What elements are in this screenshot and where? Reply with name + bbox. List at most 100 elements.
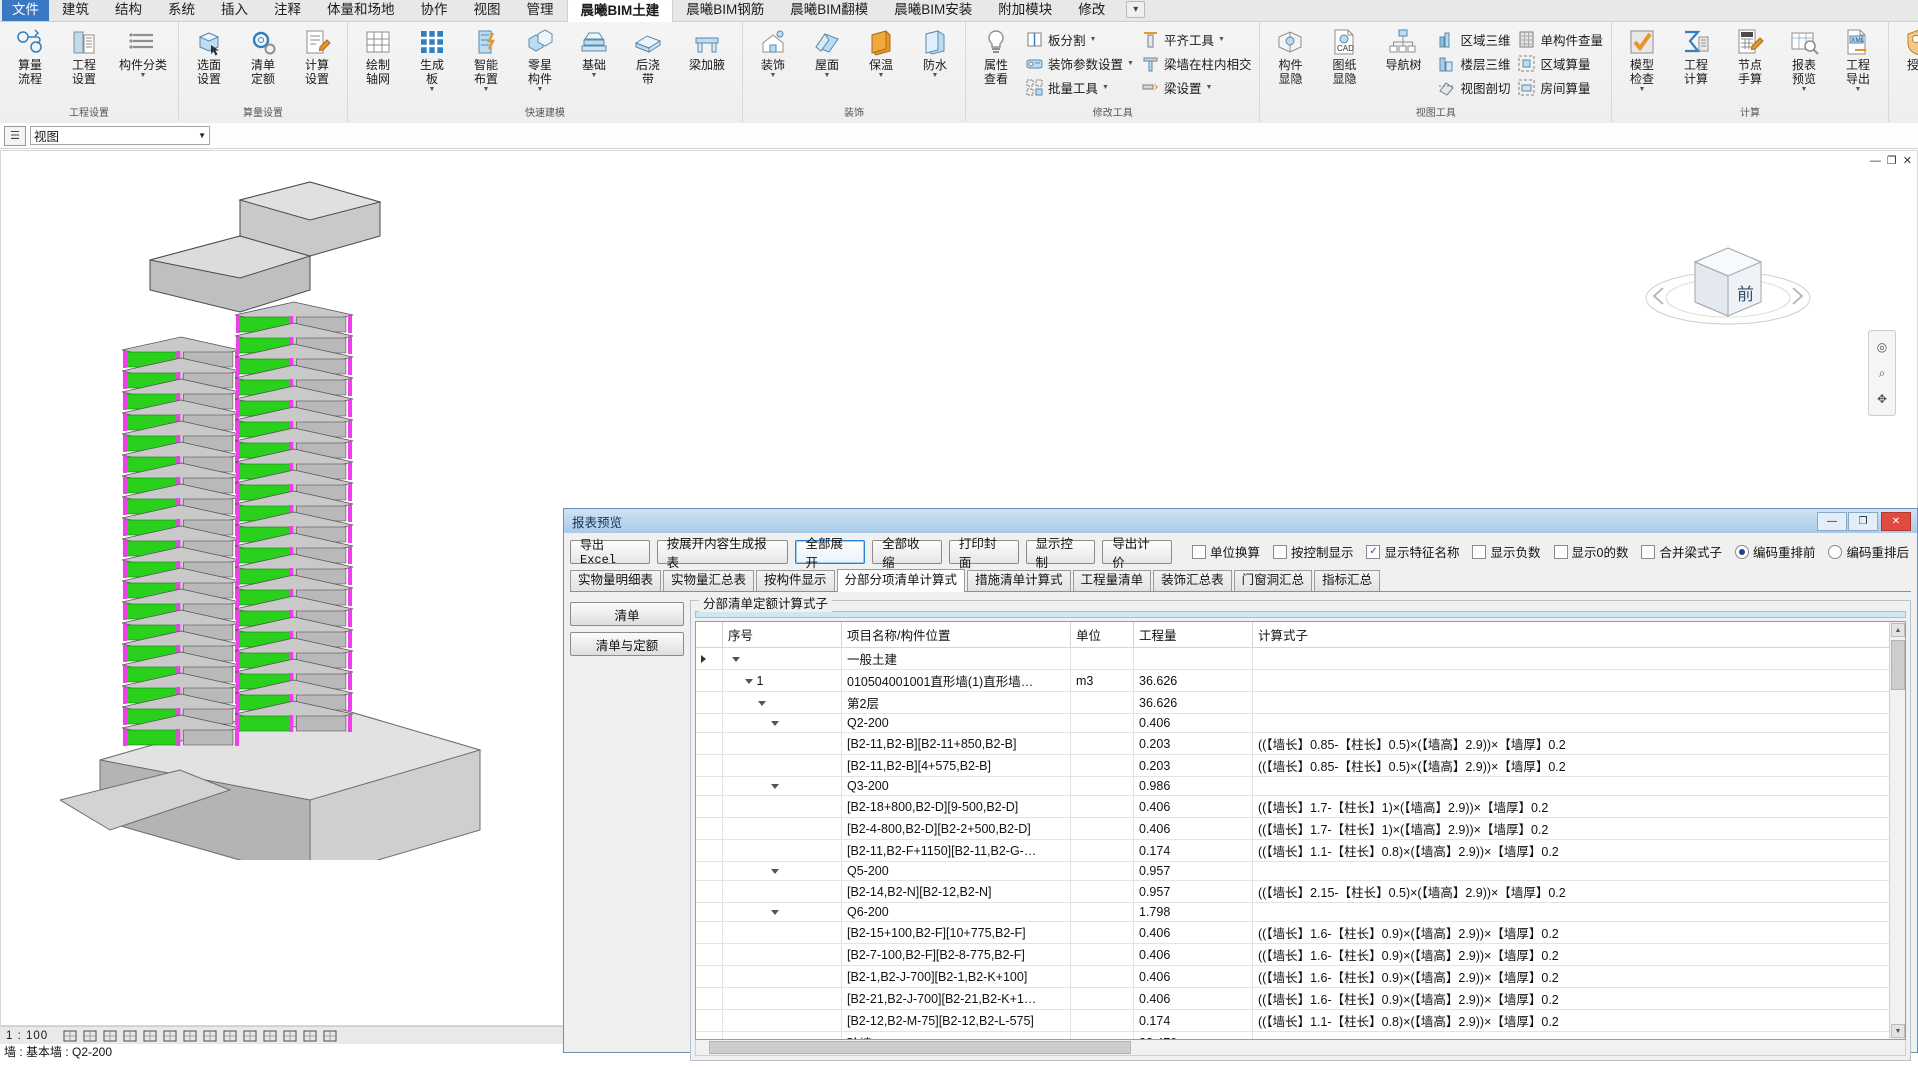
ribbon-button-project-calc[interactable]: 工程 计算 <box>1669 25 1723 87</box>
ribbon-tab-1[interactable]: 建筑 <box>49 0 102 21</box>
ribbon-button-insulation[interactable]: 保温 ▼ <box>854 25 908 80</box>
expander-icon[interactable] <box>758 700 766 706</box>
scroll-down-icon[interactable]: ▼ <box>1891 1024 1905 1038</box>
table-header-3[interactable]: 工程量 <box>1133 622 1253 648</box>
filter-bar[interactable] <box>695 611 1906 618</box>
checkbox[interactable] <box>1272 544 1287 559</box>
dialog-close-button[interactable]: ✕ <box>1881 512 1911 531</box>
ribbon-item-beam-settings[interactable]: 梁设置 ▼ <box>1139 75 1257 99</box>
ribbon-button-component-visibility[interactable]: 构件 显隐 <box>1263 25 1317 87</box>
menu-icon[interactable]: ☰ <box>4 125 26 146</box>
ribbon-button-bill-quota[interactable]: 清单 定额 <box>236 25 290 87</box>
expander-icon[interactable] <box>771 784 779 790</box>
chevron-down-icon[interactable]: ▼ <box>932 72 939 79</box>
ribbon-tab-0[interactable]: 文件 <box>2 0 49 21</box>
ribbon-button-model-check[interactable]: 模型 检查 ▼ <box>1615 25 1669 94</box>
crop-region-icon[interactable] <box>162 1029 178 1043</box>
ribbon-button-generate-slab[interactable]: 生成板 ▼ <box>405 25 459 94</box>
ribbon-item-room-qty[interactable]: 房间算量 <box>1515 75 1608 99</box>
close-icon[interactable]: ✕ <box>1903 154 1912 167</box>
ribbon-button-smart-layout[interactable]: 智能 布置 ▼ <box>459 25 513 94</box>
chevron-down-icon[interactable]: ▼ <box>770 72 777 79</box>
dialog-option-4[interactable]: 显示0的数 <box>1553 542 1628 561</box>
expander-icon[interactable] <box>745 678 753 684</box>
ribbon-item-beam-wall-intersect[interactable]: 梁墙在柱内相交 <box>1139 51 1257 75</box>
view-select[interactable]: 视图 ▼ <box>30 126 210 145</box>
report-mode-button-0[interactable]: 清单 <box>570 602 684 626</box>
table-row[interactable]: [B2-12,B2-M-75][B2-12,B2-L-575] 0.174 ((【墙… <box>696 1009 1905 1032</box>
report-tab-7[interactable]: 门窗洞汇总 <box>1233 570 1313 591</box>
table-row[interactable]: 砼墙-200 32.479 <box>696 1031 1905 1039</box>
ribbon-item-area-3d[interactable]: 区域三维 <box>1435 27 1515 51</box>
ribbon-tab-8[interactable]: 视图 <box>461 0 514 21</box>
ribbon-item-decoration-param[interactable]: 装饰参数设置 ▼ <box>1023 51 1139 75</box>
chevron-down-icon[interactable]: ▼ <box>140 72 147 79</box>
ribbon-button-misc-component[interactable]: 零星 构件 ▼ <box>513 25 567 94</box>
ribbon-tab-14[interactable]: 附加模块 <box>985 0 1065 21</box>
chevron-down-icon[interactable]: ▼ <box>1127 60 1134 67</box>
constraints-icon[interactable] <box>302 1029 318 1043</box>
table-row[interactable]: Q3-200 0.986 <box>696 776 1905 796</box>
ribbon-button-property-view[interactable]: 属性 查看 <box>969 25 1023 87</box>
dialog-option-6[interactable]: 编码重排前 <box>1734 542 1815 561</box>
table-row[interactable]: 一般土建 <box>696 647 1905 670</box>
ribbon-item-align-tool[interactable]: 平齐工具 ▼ <box>1139 27 1257 51</box>
ribbon-button-workflow[interactable]: 算量 流程 <box>3 25 57 87</box>
ribbon-item-area-qty[interactable]: 区域算量 <box>1515 51 1608 75</box>
dialog-option-1[interactable]: 按控制显示 <box>1272 542 1353 561</box>
ribbon-item-slab-split[interactable]: 板分割 ▼ <box>1023 27 1139 51</box>
design-options-icon[interactable] <box>262 1029 278 1043</box>
dialog-minimize-button[interactable]: — <box>1817 512 1847 531</box>
report-mode-button-1[interactable]: 清单与定额 <box>570 632 684 656</box>
canvas-window-buttons[interactable]: — ❐ ✕ <box>1870 154 1912 168</box>
sun-path-icon[interactable] <box>102 1029 118 1043</box>
table-header-1[interactable]: 项目名称/构件位置 <box>841 622 1071 648</box>
checkbox[interactable]: ✓ <box>1366 544 1381 559</box>
more-icon[interactable] <box>322 1029 338 1043</box>
dialog-button-5[interactable]: 显示控制 <box>1025 537 1096 570</box>
reveal-hidden-icon[interactable] <box>222 1029 238 1043</box>
ribbon-item-batch-tool[interactable]: 批量工具 ▼ <box>1023 75 1139 99</box>
ribbon-item-view-section[interactable]: 视图剖切 <box>1435 75 1515 99</box>
grid-vertical-scrollbar[interactable]: ▲ ▼ <box>1889 622 1905 1039</box>
model-graphics-style-icon[interactable] <box>62 1029 78 1043</box>
navigation-bar[interactable]: ◎ ⌕ ✥ <box>1868 330 1896 416</box>
checkbox[interactable] <box>1641 544 1656 559</box>
dialog-button-0[interactable]: 导出Excel <box>570 539 650 567</box>
expander-icon[interactable] <box>732 656 740 662</box>
chevron-down-icon[interactable]: ▼ <box>1855 86 1862 93</box>
dialog-option-3[interactable]: 显示负数 <box>1472 542 1541 561</box>
ribbon-tab-15[interactable]: 修改 <box>1065 0 1118 21</box>
ribbon-tab-12[interactable]: 晨曦BIM翻模 <box>777 0 881 21</box>
chevron-down-icon[interactable]: ▼ <box>1639 86 1646 93</box>
ribbon-button-foundation[interactable]: 基础 ▼ <box>567 25 621 80</box>
ribbon-button-drawing-visibility[interactable]: CAD 图纸 显隐 <box>1317 25 1371 87</box>
dialog-button-3[interactable]: 全部收缩 <box>872 537 942 570</box>
hscroll-thumb[interactable] <box>709 1041 1131 1054</box>
table-row[interactable]: 第2层 36.626 <box>696 691 1905 714</box>
expander-icon[interactable] <box>771 910 779 916</box>
report-tab-8[interactable]: 指标汇总 <box>1314 570 1381 591</box>
scroll-thumb[interactable] <box>1891 640 1905 690</box>
dialog-option-2[interactable]: ✓ 显示特征名称 <box>1366 542 1459 561</box>
table-row[interactable]: [B2-15+100,B2-F][10+775,B2-F] 0.406 ((【墙长】… <box>696 921 1905 944</box>
ribbon-button-project-export[interactable]: XML 工程 导出 ▼ <box>1831 25 1885 94</box>
chevron-down-icon[interactable]: ▼ <box>1102 84 1109 91</box>
pan-icon[interactable]: ✥ <box>1869 386 1895 412</box>
ribbon-tab-13[interactable]: 晨曦BIM安装 <box>881 0 985 21</box>
ribbon-button-beam-haunch[interactable]: 梁加腋 <box>675 25 739 73</box>
ribbon-button-calc-settings[interactable]: 计算 设置 <box>290 25 344 87</box>
table-row[interactable]: [B2-11,B2-B][B2-11+850,B2-B] 0.203 ((【墙长】0… <box>696 732 1905 755</box>
crop-view-icon[interactable] <box>142 1029 158 1043</box>
report-tab-4[interactable]: 措施清单计算式 <box>967 570 1071 591</box>
ribbon-button-license[interactable]: 授权 <box>1892 25 1918 73</box>
table-row[interactable]: Q5-200 0.957 <box>696 861 1905 881</box>
report-tab-3[interactable]: 分部分项清单计算式 <box>836 569 966 592</box>
chevron-down-icon[interactable]: ▼ <box>1801 86 1808 93</box>
dialog-maximize-button[interactable]: ❐ <box>1848 512 1878 531</box>
zoom-icon[interactable]: ⌕ <box>1869 360 1895 386</box>
ribbon-tab-10[interactable]: 晨曦BIM土建 <box>566 0 674 22</box>
table-row[interactable]: 1 010504001001直形墙(1)直形墙… m3 36.626 <box>696 669 1905 692</box>
radio-button[interactable] <box>1734 544 1749 559</box>
table-header-2[interactable]: 单位 <box>1070 622 1134 648</box>
